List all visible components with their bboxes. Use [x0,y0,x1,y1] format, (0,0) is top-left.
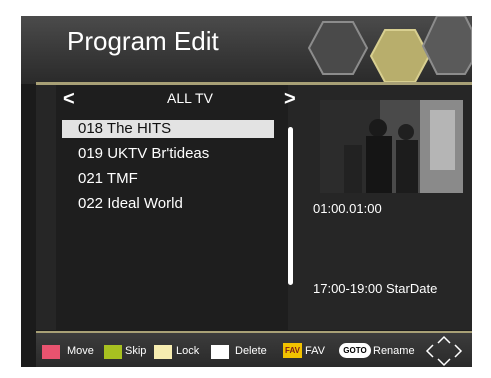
skip-key-icon [104,345,122,359]
left-arrow-icon[interactable]: < [63,88,75,111]
video-preview [320,100,463,193]
lock-key-icon [154,345,172,359]
list-scrollbar[interactable] [288,127,293,285]
rename-label: Rename [373,345,415,357]
channel-item[interactable]: 022 Ideal World [62,195,274,213]
channel-item-selected[interactable]: 018 The HITS [62,120,274,138]
footer-help-bar: Move Skip Lock Delete FAV FAV GOTO Renam… [36,331,472,367]
channel-item[interactable]: 019 UKTV Br'tideas [62,145,274,163]
fav-label: FAV [305,345,325,357]
hexagon-decor-icon [307,16,472,83]
header-bar: Program Edit [21,16,472,85]
navigation-arrows-icon [425,335,463,367]
delete-key-icon [211,345,229,359]
channel-item[interactable]: 021 TMF [62,170,274,188]
page-title: Program Edit [67,26,219,56]
move-label: Move [67,345,94,357]
program-time: 01:00.01:00 [313,201,382,216]
main-panel: < ALL TV > 018 The HITS 019 UKTV Br'tide… [36,85,472,330]
tv-screen: Program Edit < ALL TV > 018 The HITS 019… [21,16,472,367]
delete-label: Delete [235,345,267,357]
skip-label: Skip [125,345,147,357]
program-epg: 17:00-19:00 StarDate [313,281,438,296]
fav-key-icon: FAV [283,343,302,358]
move-key-icon [42,345,60,359]
goto-key-icon: GOTO [339,343,371,358]
lock-label: Lock [176,345,200,357]
right-arrow-icon[interactable]: > [284,88,296,111]
channel-group-title: ALL TV [167,90,213,106]
